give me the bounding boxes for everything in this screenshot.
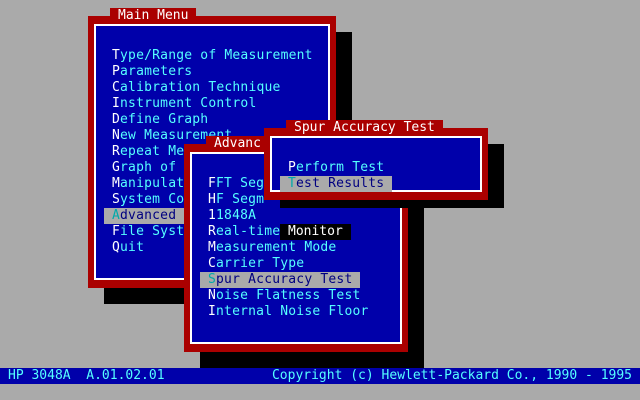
menu-item-label: pur Accuracy Test	[216, 272, 353, 287]
menu-item-label: alibration Technique	[120, 80, 281, 95]
menu-item-graph-of[interactable]: Graph of	[112, 160, 176, 176]
menu-item-label: oise Flatness Test	[216, 288, 361, 303]
menu-item-label: 1848A	[216, 208, 257, 223]
menu-item-quit[interactable]: Quit	[112, 240, 144, 256]
advanced-item-measurement-mode[interactable]: Measurement Mode	[208, 240, 336, 256]
menu-item-instrument-control[interactable]: Instrument Control	[112, 96, 257, 112]
menu-item-label: efine Graph	[120, 112, 209, 127]
hotkey: S	[112, 192, 121, 207]
menu-item-label: est Results	[296, 176, 385, 191]
advanced-item-carrier-type[interactable]: Carrier Type	[208, 256, 304, 272]
menu-item-label: erform Test	[296, 160, 385, 175]
menu-item-file-system[interactable]: File Syst	[112, 224, 184, 240]
hotkey: N	[208, 288, 217, 303]
menu-item-parameters[interactable]: Parameters	[112, 64, 192, 80]
status-bar: HP 3048A A.01.02.01 Copyright (c) Hewlet…	[0, 368, 640, 384]
advanced-menu-title: Advanc	[206, 136, 269, 152]
real-time-monitor-overflow-text: Monitor	[280, 224, 351, 240]
menu-item-label: ile Syst	[120, 224, 185, 239]
hotkey: A	[112, 208, 121, 223]
hotkey: Q	[112, 240, 121, 255]
menu-item-label: eal-time	[216, 224, 281, 239]
hotkey: I	[208, 304, 217, 319]
advanced-item-hf-segment[interactable]: HF Segm	[208, 192, 264, 208]
hotkey: 1	[208, 208, 217, 223]
hotkey: R	[112, 144, 121, 159]
advanced-item-internal-noise-floor[interactable]: Internal Noise Floor	[208, 304, 369, 320]
spur-item-perform-test[interactable]: Perform Test	[288, 160, 384, 176]
advanced-item-11848a[interactable]: 11848A	[208, 208, 256, 224]
menu-item-system-config[interactable]: System Co	[112, 192, 184, 208]
hotkey: F	[112, 224, 121, 239]
menu-item-type-range[interactable]: Type/Range of Measurement	[112, 48, 313, 64]
main-menu-title: Main Menu	[110, 8, 197, 24]
menu-item-label: ype/Range of Measurement	[120, 48, 313, 63]
menu-item-label: nternal Noise Floor	[216, 304, 369, 319]
hotkey: G	[112, 160, 121, 175]
hotkey: M	[112, 176, 121, 191]
hotkey: R	[208, 224, 217, 239]
hotkey: S	[208, 272, 217, 287]
spur-menu-title: Spur Accuracy Test	[286, 120, 443, 136]
menu-item-label: FT Seg	[216, 176, 265, 191]
menu-item-label: anipulat	[120, 176, 185, 191]
hotkey: D	[112, 112, 121, 127]
advanced-item-fft-segment[interactable]: FFT Seg	[208, 176, 264, 192]
hotkey: F	[208, 176, 217, 191]
version-text: HP 3048A A.01.02.01	[8, 368, 165, 383]
hotkey: T	[112, 48, 121, 63]
menu-item-label: epeat Me	[120, 144, 185, 159]
menu-item-manipulate[interactable]: Manipulat	[112, 176, 184, 192]
menu-item-label: nstrument Control	[120, 96, 257, 111]
hotkey: H	[208, 192, 217, 207]
menu-item-label: arameters	[120, 64, 193, 79]
menu-item-label: raph of	[120, 160, 177, 175]
menu-item-label: easurement Mode	[216, 240, 337, 255]
spur-item-test-results[interactable]: Test Results	[280, 176, 392, 192]
menu-item-label: ystem Co	[120, 192, 185, 207]
hotkey: N	[112, 128, 121, 143]
menu-item-label: uit	[120, 240, 145, 255]
advanced-item-real-time[interactable]: Real-time	[208, 224, 280, 240]
menu-item-define-graph[interactable]: Define Graph	[112, 112, 208, 128]
menu-item-advanced[interactable]: Advanced	[104, 208, 184, 224]
hotkey: I	[112, 96, 121, 111]
hotkey: P	[288, 160, 297, 175]
menu-item-label: F Segm	[216, 192, 265, 207]
hotkey: M	[208, 240, 217, 255]
hotkey: P	[112, 64, 121, 79]
hotkey: C	[208, 256, 217, 271]
menu-item-repeat[interactable]: Repeat Me	[112, 144, 184, 160]
advanced-item-noise-flatness[interactable]: Noise Flatness Test	[208, 288, 361, 304]
advanced-item-spur-accuracy[interactable]: Spur Accuracy Test	[200, 272, 360, 288]
menu-item-label: arrier Type	[216, 256, 305, 271]
hotkey: C	[112, 80, 121, 95]
menu-item-calibration[interactable]: Calibration Technique	[112, 80, 281, 96]
hotkey: T	[288, 176, 297, 191]
copyright-text: Copyright (c) Hewlett-Packard Co., 1990 …	[271, 368, 632, 383]
menu-item-label: dvanced	[120, 208, 177, 223]
